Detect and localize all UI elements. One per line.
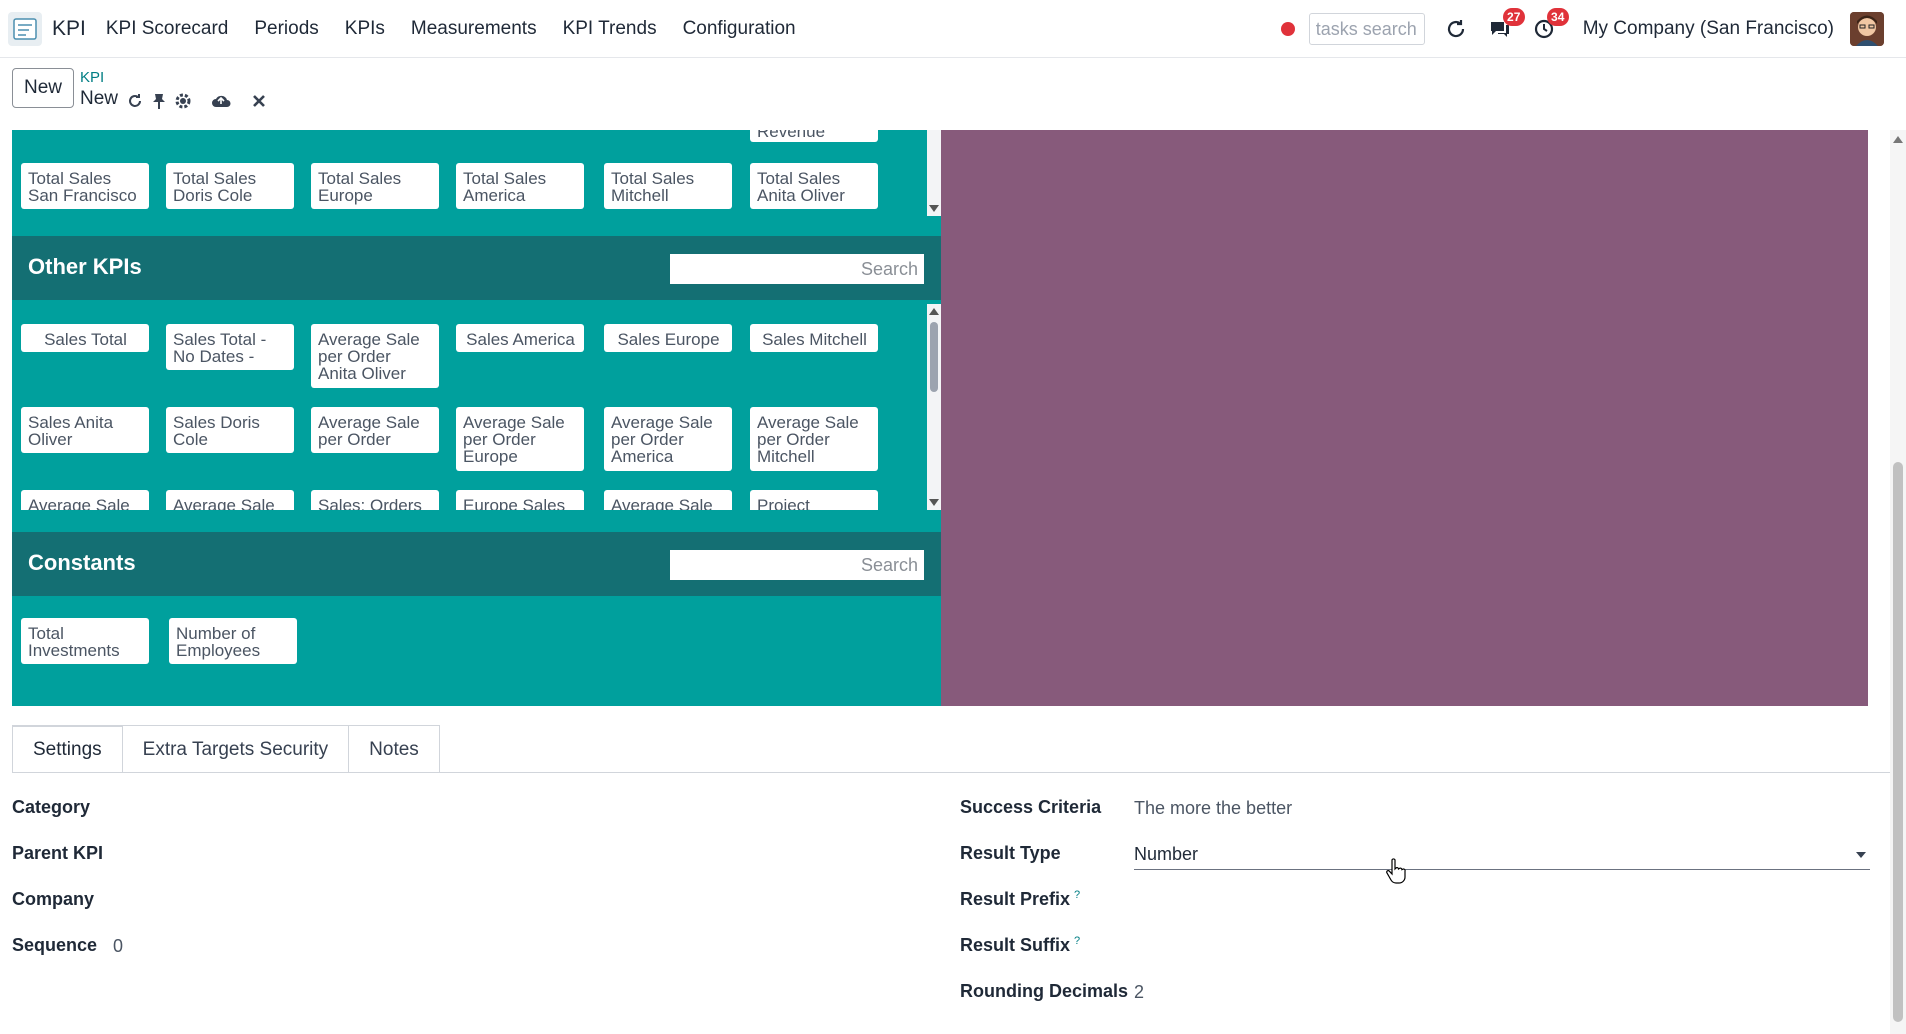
tab-notes[interactable]: Notes (348, 725, 440, 773)
control-panel: New KPI New (0, 58, 1906, 130)
recording-dot-icon[interactable] (1280, 22, 1295, 36)
kpi-chip[interactable]: Average Sale (604, 490, 732, 510)
parent-kpi-label: Parent KPI (12, 843, 104, 863)
formula-builder: Revenue Total Sales San Francisco Total … (12, 130, 1868, 706)
result-type-value: Number (1134, 844, 1199, 864)
kpi-chip[interactable]: Sales Total - No Dates - (166, 324, 294, 370)
kpi-chip[interactable]: Average Sale per Order (311, 407, 439, 453)
other-kpis-list: Sales Total Sales Total - No Dates - Ave… (12, 300, 941, 510)
other-kpis-search-input[interactable] (670, 254, 924, 284)
kpi-variables-panel: Revenue Total Sales San Francisco Total … (12, 130, 941, 706)
other-kpis-header: Other KPIs (12, 236, 941, 300)
kpi-chip[interactable]: Average Sale (166, 490, 294, 510)
result-suffix-label: Result Suffix? (960, 935, 1080, 956)
menu-kpi-scorecard[interactable]: KPI Scorecard (106, 18, 229, 40)
rounding-decimals-label: Rounding Decimals (960, 981, 1129, 1001)
constant-chip[interactable]: Total Investments (21, 618, 149, 664)
menu-kpi-trends[interactable]: KPI Trends (563, 18, 657, 40)
kpi-chip[interactable]: Sales Total (21, 324, 149, 352)
kpi-chip[interactable]: Sales: Orders (311, 490, 439, 510)
sequence-field[interactable]: 0 (113, 936, 123, 957)
refresh-record-icon[interactable] (124, 90, 146, 112)
pin-icon[interactable] (148, 90, 170, 112)
company-switcher[interactable]: My Company (San Francisco) (1583, 18, 1834, 40)
kpi-chip[interactable]: Average Sale (21, 490, 149, 510)
kpi-chip[interactable]: Sales Doris Cole (166, 407, 294, 453)
kpi-chip[interactable]: Total Sales Anita Oliver (750, 163, 878, 209)
kpi-app-icon[interactable] (8, 11, 42, 46)
result-prefix-label: Result Prefix? (960, 889, 1080, 910)
result-type-label: Result Type (960, 843, 1061, 863)
kpi-chip[interactable]: Average Sale per Order Europe (456, 407, 584, 471)
tab-settings[interactable]: Settings (12, 725, 123, 773)
messages-icon[interactable]: 27 (1483, 8, 1525, 46)
kpi-chip[interactable]: Total Sales Europe (311, 163, 439, 209)
discard-close-icon[interactable] (248, 90, 270, 112)
kpi-chip[interactable]: Total Sales Doris Cole (166, 163, 294, 209)
constants-title: Constants (28, 550, 136, 575)
kpi-chip[interactable]: Revenue (750, 130, 878, 142)
kpi-chip[interactable]: Sales Anita Oliver (21, 407, 149, 453)
formula-drop-zone[interactable] (941, 130, 1868, 706)
success-criteria-field[interactable]: The more the better (1134, 798, 1292, 819)
menu-measurements[interactable]: Measurements (411, 18, 537, 40)
kpi-chip[interactable]: Average Sale per Order Mitchell (750, 407, 878, 471)
app-name[interactable]: KPI (52, 17, 86, 41)
messages-count-badge: 27 (1502, 8, 1525, 26)
constants-search-input[interactable] (670, 550, 924, 580)
kpi-chip[interactable]: Europe Sales (456, 490, 584, 510)
activities-clock-icon[interactable]: 34 (1527, 8, 1569, 46)
refresh-icon[interactable] (1439, 12, 1473, 46)
kpi-chip[interactable]: Average Sale per Order America (604, 407, 732, 471)
top-navbar: KPI KPI Scorecard Periods KPIs Measureme… (0, 0, 1906, 58)
hand-pointer-cursor-icon (1386, 858, 1406, 889)
tasks-search-input[interactable] (1315, 18, 1424, 40)
tabs-divider (12, 772, 1890, 773)
result-prefix-text: Result Prefix (960, 889, 1071, 909)
breadcrumb-kpi-link[interactable]: KPI (80, 69, 104, 86)
navbar-systray: 27 34 My Company (San Francisco) (1280, 0, 1906, 58)
gear-icon[interactable] (172, 90, 194, 112)
tab-extra-targets-security[interactable]: Extra Targets Security (121, 725, 350, 773)
save-cloud-icon[interactable] (210, 90, 232, 112)
kpi-chip[interactable]: Sales America (456, 324, 584, 352)
sequence-label: Sequence (12, 935, 98, 955)
kpi-list-top: Revenue Total Sales San Francisco Total … (12, 130, 941, 216)
constants-list: Total Investments (12, 596, 941, 706)
breadcrumb-current-record: New (80, 88, 119, 109)
constant-chip[interactable]: Number of Employees (169, 618, 297, 664)
main-menu: KPI Scorecard Periods KPIs Measurements … (106, 18, 822, 40)
result-suffix-text: Result Suffix (960, 935, 1071, 955)
other-kpis-title: Other KPIs (28, 254, 142, 279)
company-label: Company (12, 889, 95, 909)
constants-header: Constants (12, 532, 941, 596)
kpi-chip[interactable]: Total Sales Mitchell (604, 163, 732, 209)
menu-periods[interactable]: Periods (254, 18, 318, 40)
tasks-search-box[interactable] (1308, 13, 1425, 45)
help-tooltip-icon[interactable]: ? (1074, 935, 1080, 947)
kpi-chip[interactable]: Project (750, 490, 878, 510)
activities-count-badge: 34 (1546, 8, 1569, 26)
kpi-chip[interactable]: Sales Europe (604, 324, 732, 352)
new-button[interactable]: New (12, 68, 74, 108)
rounding-decimals-field[interactable]: 2 (1134, 982, 1144, 1003)
category-label: Category (12, 797, 91, 817)
top-list-scrollbar[interactable] (927, 130, 941, 216)
chevron-down-icon (1856, 852, 1866, 858)
other-kpis-scrollbar[interactable] (927, 304, 941, 510)
record-actions (124, 90, 272, 112)
menu-kpis[interactable]: KPIs (345, 18, 385, 40)
kpi-chip[interactable]: Total Sales San Francisco (21, 163, 149, 209)
notebook-tabs: Settings Extra Targets Security Notes (12, 725, 440, 773)
kpi-chip[interactable]: Average Sale per Order Anita Oliver (311, 324, 439, 388)
kpi-chip[interactable]: Total Sales America (456, 163, 584, 209)
success-criteria-label: Success Criteria (960, 797, 1102, 817)
help-tooltip-icon[interactable]: ? (1074, 889, 1080, 901)
menu-configuration[interactable]: Configuration (683, 18, 796, 40)
user-avatar[interactable] (1850, 12, 1884, 46)
kpi-chip[interactable]: Sales Mitchell (750, 324, 878, 352)
result-type-select[interactable]: Number (1134, 840, 1870, 870)
page-scrollbar[interactable] (1890, 130, 1906, 1034)
